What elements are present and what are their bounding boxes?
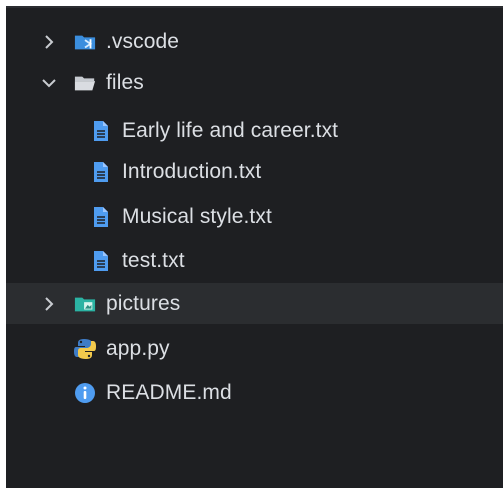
file-explorer: .vscode files Early life and career.txt (6, 6, 503, 488)
text-file-icon (90, 206, 112, 228)
chevron-down-icon[interactable] (40, 74, 58, 92)
text-file-icon (90, 250, 112, 272)
info-icon (74, 382, 96, 404)
tree-item-label: Early life and career.txt (122, 118, 339, 142)
tree-item-file[interactable]: app.py (6, 328, 503, 369)
text-file-icon (90, 120, 112, 142)
tree-item-file[interactable]: Musical style.txt (6, 196, 503, 237)
text-file-icon (90, 161, 112, 183)
tree-item-file[interactable]: Early life and career.txt (6, 110, 503, 151)
folder-open-icon (74, 72, 96, 94)
tree-item-label: files (106, 70, 144, 94)
tree-item-file[interactable]: README.md (6, 372, 503, 413)
tree-item-label: .vscode (106, 29, 180, 53)
tree-item-files-folder[interactable]: files (6, 62, 503, 103)
tree-item-file[interactable]: test.txt (6, 240, 503, 281)
tree-item-vscode-folder[interactable]: .vscode (6, 21, 503, 62)
chevron-right-icon[interactable] (40, 33, 58, 51)
tree-item-label: Introduction.txt (122, 159, 262, 183)
python-icon (74, 338, 96, 360)
panel-top-divider (6, 6, 503, 8)
tree-item-label: app.py (106, 336, 170, 360)
images-folder-icon (74, 293, 96, 315)
tree-item-label: pictures (106, 291, 181, 315)
tree-item-label: README.md (106, 380, 232, 404)
tree-item-file[interactable]: Introduction.txt (6, 151, 503, 192)
chevron-right-icon[interactable] (40, 295, 58, 313)
tree-item-label: test.txt (122, 248, 185, 272)
tree-item-pictures-folder[interactable]: pictures (6, 283, 503, 324)
tree-item-label: Musical style.txt (122, 204, 272, 228)
vscode-folder-icon (74, 31, 96, 53)
